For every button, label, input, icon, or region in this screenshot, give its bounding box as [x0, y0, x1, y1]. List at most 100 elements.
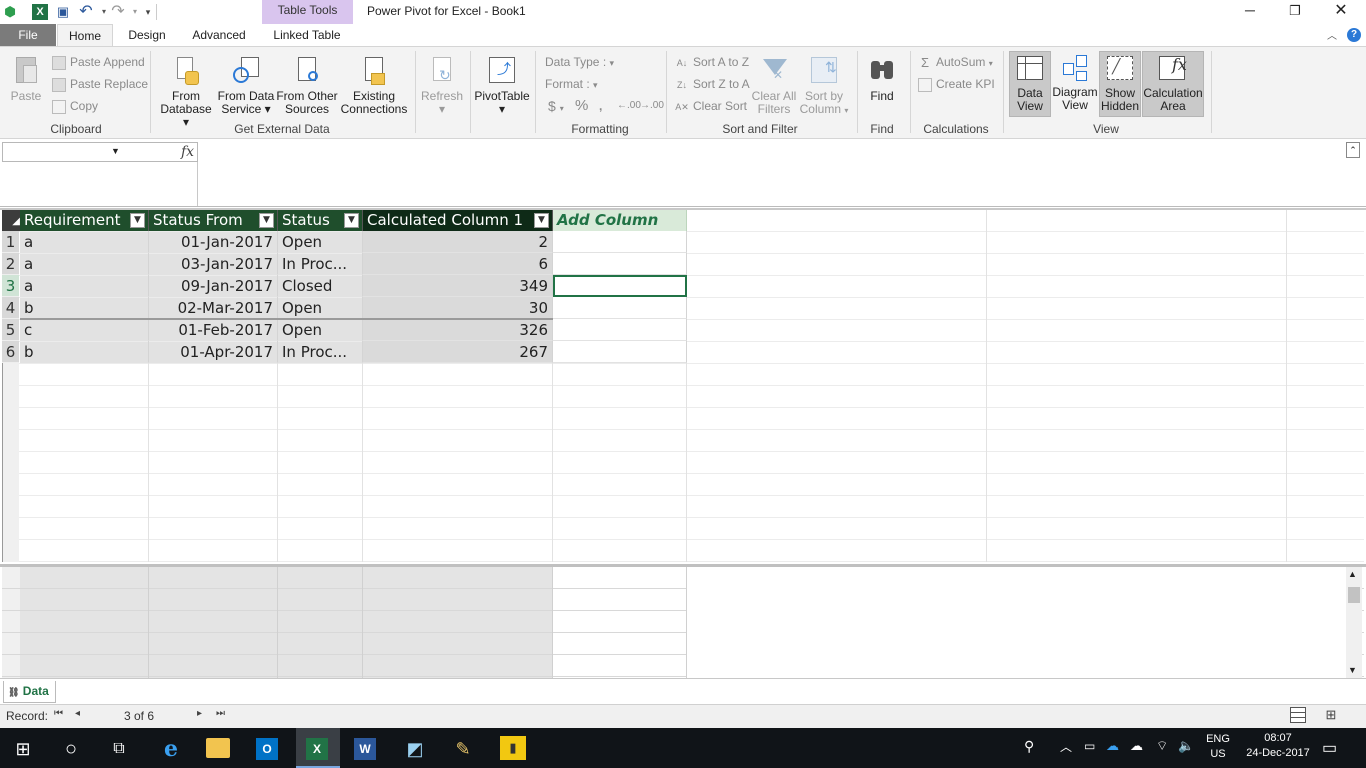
cell-calculated-column-1[interactable]: 6 — [363, 253, 553, 275]
excel-taskbar-active[interactable]: X — [296, 728, 340, 768]
cell-requirement[interactable]: b — [20, 297, 149, 319]
task-view-icon[interactable]: ⧉ — [106, 736, 132, 762]
row-header[interactable]: 3 — [2, 275, 19, 297]
close-icon[interactable]: ✕ — [1332, 0, 1350, 22]
sort-by-column-button[interactable]: ⇅ Sort by Column ▾ — [798, 55, 850, 117]
powerpivot-icon[interactable]: ⬢ — [2, 4, 18, 20]
add-column-cell[interactable] — [553, 297, 687, 319]
format-dropdown[interactable]: Format : ▾ — [545, 75, 598, 93]
column-header-status[interactable]: Status ▼ — [278, 210, 363, 231]
formula-input[interactable] — [200, 142, 1340, 204]
save-icon[interactable]: ▣ — [55, 4, 71, 20]
add-column-header[interactable]: Add Column — [553, 210, 687, 231]
decrease-decimal-button[interactable]: →.00 — [640, 97, 664, 115]
column-header-status-from[interactable]: Status From ▼ — [149, 210, 278, 231]
redo-icon[interactable]: ↷ — [110, 4, 126, 20]
from-data-service-button[interactable]: From Data Service ▾ — [216, 55, 276, 116]
increase-decimal-button[interactable]: ←.00 — [617, 97, 641, 115]
sort-z-to-a-button[interactable]: Z↓ Sort Z to A — [675, 75, 750, 93]
pivottable-button[interactable]: ⤴ PivotTable ▾ — [474, 55, 530, 116]
add-column-cell[interactable] — [553, 319, 687, 341]
add-column-cell[interactable] — [553, 253, 687, 275]
paint-icon[interactable]: ✎ — [450, 736, 476, 762]
create-kpi-button[interactable]: Create KPI — [918, 75, 995, 93]
calculation-area-button[interactable]: fx Calculation Area — [1142, 51, 1204, 117]
cell-calculated-column-1[interactable]: 30 — [363, 297, 553, 319]
currency-button[interactable]: $ ▾ — [548, 97, 564, 115]
sheet-tab-data[interactable]: ⛓ Data — [3, 681, 56, 703]
data-type-dropdown[interactable]: Data Type : ▾ — [545, 53, 614, 71]
wifi-icon[interactable]: ⌔ — [1156, 738, 1168, 754]
volume-icon[interactable]: 🔈 — [1178, 738, 1194, 754]
cell-status-from[interactable]: 01-Jan-2017 — [149, 231, 278, 253]
tab-file[interactable]: File — [0, 24, 56, 46]
scroll-down-icon[interactable]: ▼ — [1348, 665, 1357, 675]
clock[interactable]: 08:07 24-Dec-2017 — [1238, 732, 1318, 759]
from-other-sources-button[interactable]: From Other Sources — [276, 55, 338, 116]
cell-status[interactable]: Open — [278, 231, 363, 253]
tab-advanced[interactable]: Advanced — [185, 24, 253, 46]
cell-requirement[interactable]: a — [20, 275, 149, 297]
show-hidden-button[interactable]: ╱ Show Hidden — [1099, 51, 1141, 117]
tab-linked-table[interactable]: Linked Table — [262, 24, 352, 46]
cell-requirement[interactable]: a — [20, 231, 149, 253]
collapse-formula-icon[interactable]: ⌃ — [1346, 142, 1360, 158]
filter-dropdown-icon[interactable]: ▼ — [344, 213, 359, 228]
find-button[interactable]: Find — [862, 55, 902, 103]
powerbi-icon[interactable]: ▮ — [500, 736, 526, 760]
paste-append-button[interactable]: Paste Append — [52, 53, 145, 71]
paste-replace-button[interactable]: Paste Replace — [52, 75, 148, 93]
cell-status[interactable]: Open — [278, 297, 363, 319]
row-header[interactable]: 5 — [2, 319, 19, 341]
fx-icon[interactable]: fx — [181, 144, 194, 160]
cell-requirement[interactable]: c — [20, 319, 149, 341]
add-column-cell[interactable] — [553, 231, 687, 253]
row-header[interactable]: 1 — [2, 231, 19, 253]
input-language[interactable]: ENG US — [1206, 733, 1230, 760]
name-box-dropdown-icon[interactable]: ▼ — [111, 146, 120, 156]
cell-status[interactable]: Closed — [278, 275, 363, 297]
customize-qat-icon[interactable]: ▾ — [140, 4, 156, 20]
copy-button[interactable]: Copy — [52, 97, 98, 115]
add-column-cell[interactable] — [553, 275, 687, 297]
word-icon[interactable]: W — [354, 738, 376, 760]
clear-sort-button[interactable]: A✕ Clear Sort — [675, 97, 747, 115]
clear-all-filters-button[interactable]: ✕ Clear All Filters — [750, 55, 798, 116]
outlook-icon[interactable]: O — [256, 738, 278, 760]
cell-status[interactable]: Open — [278, 319, 363, 341]
select-all-corner[interactable]: ◢ — [2, 210, 20, 231]
cell-status[interactable]: In Proc... — [278, 253, 363, 275]
cell-status-from[interactable]: 02-Mar-2017 — [149, 297, 278, 319]
last-record-icon[interactable]: ⏭ — [216, 708, 225, 719]
undo-icon[interactable]: ↶ — [78, 4, 94, 20]
tab-design[interactable]: Design — [117, 24, 177, 46]
excel-icon[interactable]: X — [32, 4, 48, 20]
existing-connections-button[interactable]: Existing Connections — [340, 55, 408, 116]
cell-requirement[interactable]: a — [20, 253, 149, 275]
calc-scrollbar[interactable]: ▲ ▼ — [1346, 567, 1362, 678]
cell-calculated-column-1[interactable]: 326 — [363, 319, 553, 341]
add-column-cell[interactable] — [553, 341, 687, 363]
filter-dropdown-icon[interactable]: ▼ — [534, 213, 549, 228]
show-hidden-tray-icon[interactable]: ︿ — [1060, 738, 1072, 755]
minimize-icon[interactable]: ─ — [1241, 0, 1259, 22]
row-header[interactable]: 6 — [2, 341, 19, 363]
cell-status[interactable]: In Proc... — [278, 341, 363, 363]
cell-requirement[interactable]: b — [20, 341, 149, 363]
next-record-icon[interactable]: ▸ — [197, 708, 202, 719]
scroll-up-icon[interactable]: ▲ — [1348, 569, 1357, 579]
data-view-button[interactable]: Data View — [1009, 51, 1051, 117]
action-center-icon[interactable]: ▭ — [1322, 738, 1337, 758]
scroll-thumb[interactable] — [1348, 587, 1360, 603]
from-database-button[interactable]: From Database ▾ — [156, 55, 216, 129]
filter-dropdown-icon[interactable]: ▼ — [259, 213, 274, 228]
row-header[interactable]: 2 — [2, 253, 19, 275]
onedrive-icon[interactable]: ☁ — [1106, 738, 1119, 754]
cell-calculated-column-1[interactable]: 349 — [363, 275, 553, 297]
row-header[interactable]: 4 — [2, 297, 19, 319]
cell-status-from[interactable]: 03-Jan-2017 — [149, 253, 278, 275]
restore-icon[interactable]: ❐ — [1286, 0, 1304, 22]
name-box[interactable]: ▼ fx — [2, 142, 198, 162]
percent-button[interactable]: % — [575, 97, 588, 115]
cell-calculated-column-1[interactable]: 2 — [363, 231, 553, 253]
